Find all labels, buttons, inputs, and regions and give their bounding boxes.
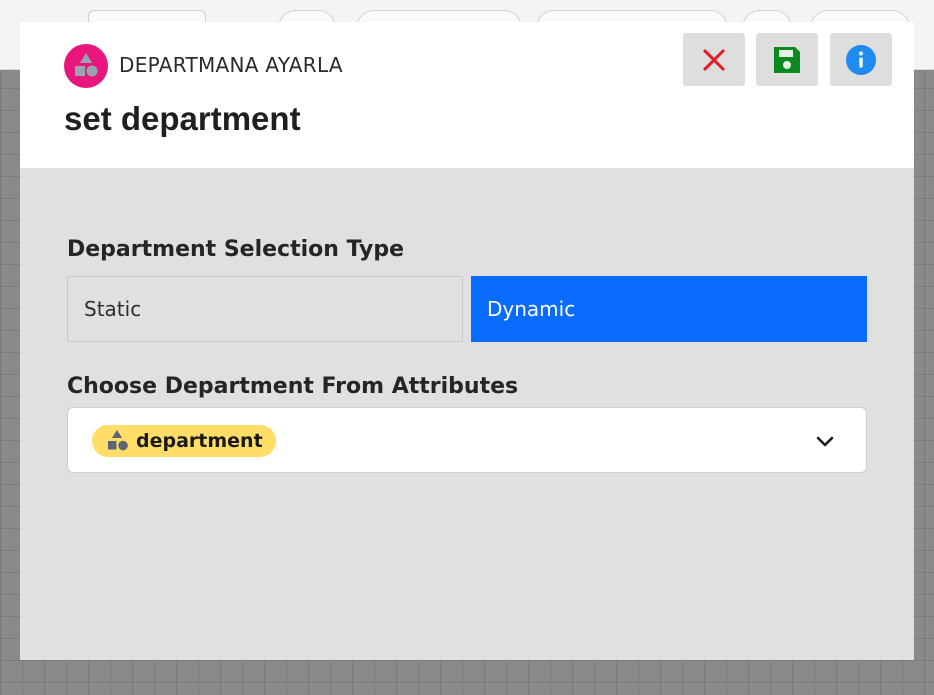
static-option-label: Static [84,297,142,321]
modal-header: DEPARTMANA AYARLA set department [20,22,914,168]
info-button[interactable] [830,33,892,86]
info-icon [846,44,876,75]
chevron-down-icon[interactable] [814,430,836,452]
modal-title: set department [64,100,301,137]
close-icon [702,48,726,71]
dynamic-option-label: Dynamic [487,297,576,321]
attribute-chip: department [92,425,276,457]
attribute-dropdown[interactable]: department [67,407,867,473]
selection-type-label: Department Selection Type [67,237,404,262]
shapes-icon [106,429,130,453]
save-icon [774,46,800,73]
close-button[interactable] [683,33,745,86]
attribute-label: Choose Department From Attributes [67,374,519,399]
modal-subtitle: DEPARTMANA AYARLA [119,53,343,77]
static-option-button[interactable]: Static [67,276,463,342]
set-department-modal: DEPARTMANA AYARLA set department Departm… [20,22,914,660]
shapes-icon [64,44,108,88]
save-button[interactable] [756,33,818,86]
attribute-chip-label: department [136,430,263,452]
dynamic-option-button[interactable]: Dynamic [471,276,867,342]
